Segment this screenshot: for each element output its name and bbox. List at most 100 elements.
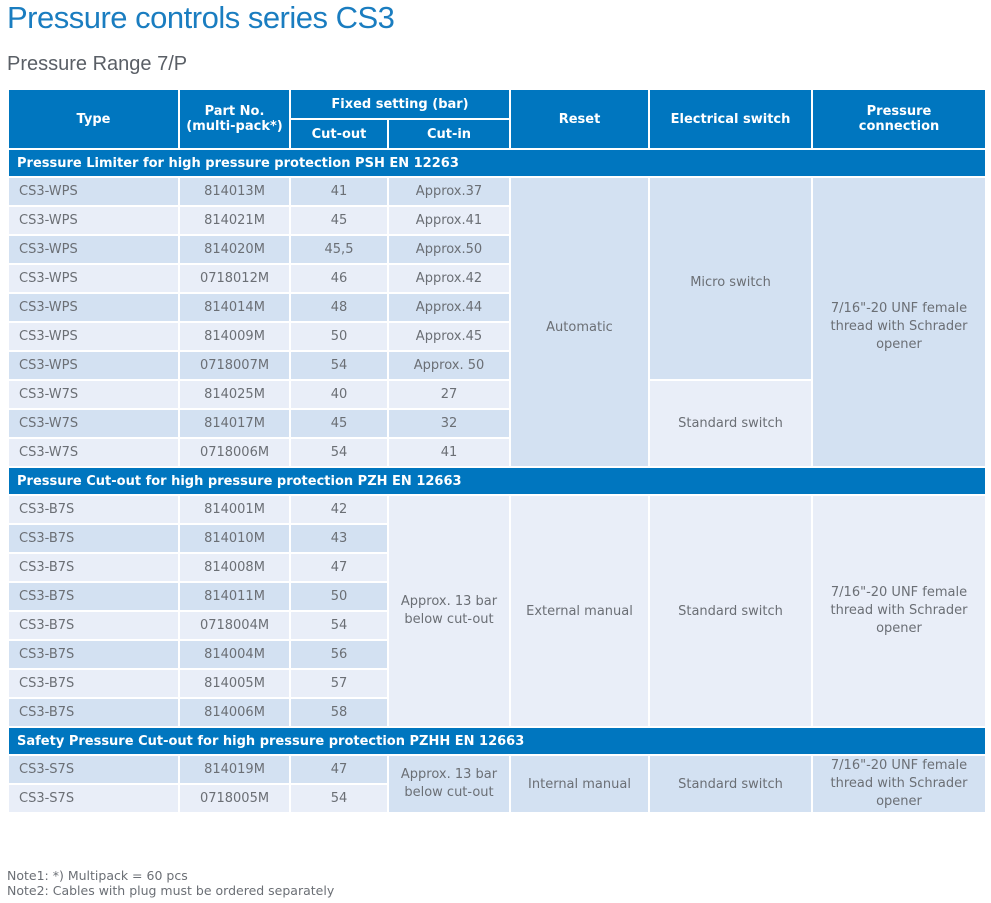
cell-cut-out: 43 [289, 523, 389, 554]
note-2: Note2: Cables with plug must be ordered … [7, 883, 335, 898]
section-title: Pressure Limiter for high pressure prote… [7, 148, 987, 178]
cell-part-no: 814020M [178, 234, 291, 265]
cell-part-no: 814009M [178, 321, 291, 352]
cell-part-no: 0718006M [178, 437, 291, 468]
cell-type: CS3-WPS [7, 263, 180, 294]
cell-type: CS3-B7S [7, 639, 180, 670]
col-header-part-no: Part No. (multi-pack*) [178, 88, 291, 150]
cell-type: CS3-WPS [7, 176, 180, 207]
cell-electrical-switch: Standard switch [648, 754, 813, 814]
cell-part-no: 0718012M [178, 263, 291, 294]
pressure-connection-label-1: Pressure [866, 104, 932, 119]
cell-cut-out: 45 [289, 408, 389, 439]
cell-part-no: 814005M [178, 668, 291, 699]
cell-cut-out: 41 [289, 176, 389, 207]
section-header-row: Pressure Limiter for high pressure prote… [7, 148, 987, 178]
cell-cut-out: 54 [289, 610, 389, 641]
cell-cut-in: Approx.44 [387, 292, 511, 323]
cell-type: CS3-S7S [7, 783, 180, 814]
cell-type: CS3-S7S [7, 754, 180, 785]
cell-cut-in: 41 [387, 437, 511, 468]
cell-cut-in: 32 [387, 408, 511, 439]
cell-type: CS3-WPS [7, 350, 180, 381]
cell-part-no: 0718005M [178, 783, 291, 814]
cell-part-no: 814004M [178, 639, 291, 670]
section-header-row: Pressure Cut-out for high pressure prote… [7, 466, 987, 496]
cell-cut-out: 42 [289, 494, 389, 525]
cell-part-no: 814011M [178, 581, 291, 612]
cell-cut-out: 58 [289, 697, 389, 728]
cell-cut-in: Approx.41 [387, 205, 511, 236]
section-header-row: Safety Pressure Cut-out for high pressur… [7, 726, 987, 756]
cell-electrical-switch: Micro switch [648, 176, 813, 381]
page-subtitle: Pressure Range 7/P [7, 53, 188, 75]
cell-part-no: 814008M [178, 552, 291, 583]
cell-part-no: 814013M [178, 176, 291, 207]
cell-cut-out: 48 [289, 292, 389, 323]
col-header-electrical-switch: Electrical switch [648, 88, 813, 150]
cell-pressure-connection: 7/16"-20 UNF female thread with Schrader… [811, 176, 987, 468]
cell-part-no: 814006M [178, 697, 291, 728]
cell-type: CS3-W7S [7, 408, 180, 439]
cell-cut-in: Approx. 50 [387, 350, 511, 381]
cell-reset: Automatic [509, 176, 650, 468]
cell-type: CS3-W7S [7, 437, 180, 468]
cell-type: CS3-B7S [7, 697, 180, 728]
part-no-sublabel: (multi-pack*) [186, 119, 283, 134]
cell-part-no: 814014M [178, 292, 291, 323]
cell-cut-in: Approx.50 [387, 234, 511, 265]
cell-type: CS3-B7S [7, 610, 180, 641]
cell-cut-in: 27 [387, 379, 511, 410]
pressure-connection-label-2: connection [858, 119, 940, 134]
cell-type: CS3-WPS [7, 321, 180, 352]
cell-part-no: 814019M [178, 754, 291, 785]
cell-electrical-switch: Standard switch [648, 379, 813, 468]
cell-pressure-connection: 7/16"-20 UNF female thread with Schrader… [811, 754, 987, 814]
cell-reset: External manual [509, 494, 650, 728]
cell-cut-out: 47 [289, 552, 389, 583]
page-title: Pressure controls series CS3 [7, 0, 395, 35]
cell-cut-in: Approx.45 [387, 321, 511, 352]
cell-cut-out: 46 [289, 263, 389, 294]
cell-pressure-connection: 7/16"-20 UNF female thread with Schrader… [811, 494, 987, 728]
cell-type: CS3-WPS [7, 205, 180, 236]
cell-cut-out: 45,5 [289, 234, 389, 265]
col-header-cut-in: Cut-in [387, 118, 511, 150]
cell-type: CS3-WPS [7, 234, 180, 265]
cell-part-no: 814010M [178, 523, 291, 554]
cell-type: CS3-WPS [7, 292, 180, 323]
notes: Note1: *) Multipack = 60 pcs Note2: Cabl… [7, 868, 334, 898]
cell-cut-in: Approx. 13 bar below cut-out [387, 494, 511, 728]
cell-type: CS3-W7S [7, 379, 180, 410]
cell-cut-out: 50 [289, 321, 389, 352]
cell-type: CS3-B7S [7, 668, 180, 699]
table-row: CS3-S7S 814019M 47 Approx. 13 bar below cut… [7, 754, 987, 814]
cell-type: CS3-B7S [7, 552, 180, 583]
cell-type: CS3-B7S [7, 523, 180, 554]
cell-type: CS3-B7S [7, 494, 180, 525]
cell-cut-out: 47 [289, 754, 389, 785]
col-header-pressure-connection: Pressure connection [811, 88, 987, 150]
cell-cut-out: 40 [289, 379, 389, 410]
cell-electrical-switch: Standard switch [648, 494, 813, 728]
col-header-fixed-setting: Fixed setting (bar) [289, 88, 511, 120]
product-table: Type Part No. (multi-pack*) Fixed settin… [7, 88, 987, 814]
cell-cut-in: Approx. 13 bar below cut-out [387, 754, 511, 814]
section-title: Pressure Cut-out for high pressure prote… [7, 466, 987, 496]
col-header-cut-out: Cut-out [289, 118, 389, 150]
cell-cut-out: 56 [289, 639, 389, 670]
part-no-label: Part No. [204, 104, 265, 119]
cell-part-no: 814001M [178, 494, 291, 525]
cell-cut-in: Approx.37 [387, 176, 511, 207]
cell-cut-out: 50 [289, 581, 389, 612]
cell-part-no: 814017M [178, 408, 291, 439]
note-1: Note1: *) Multipack = 60 pcs [7, 868, 188, 883]
header-row: Type Part No. (multi-pack*) Fixed settin… [7, 88, 987, 150]
col-header-type: Type [7, 88, 180, 150]
cell-part-no: 814021M [178, 205, 291, 236]
table-row: CS3-WPS 814013M 41 Approx.37 Automatic Micro … [7, 176, 987, 468]
section-title: Safety Pressure Cut-out for high pressur… [7, 726, 987, 756]
cell-cut-out: 45 [289, 205, 389, 236]
cell-cut-in: Approx.42 [387, 263, 511, 294]
cell-part-no: 0718007M [178, 350, 291, 381]
